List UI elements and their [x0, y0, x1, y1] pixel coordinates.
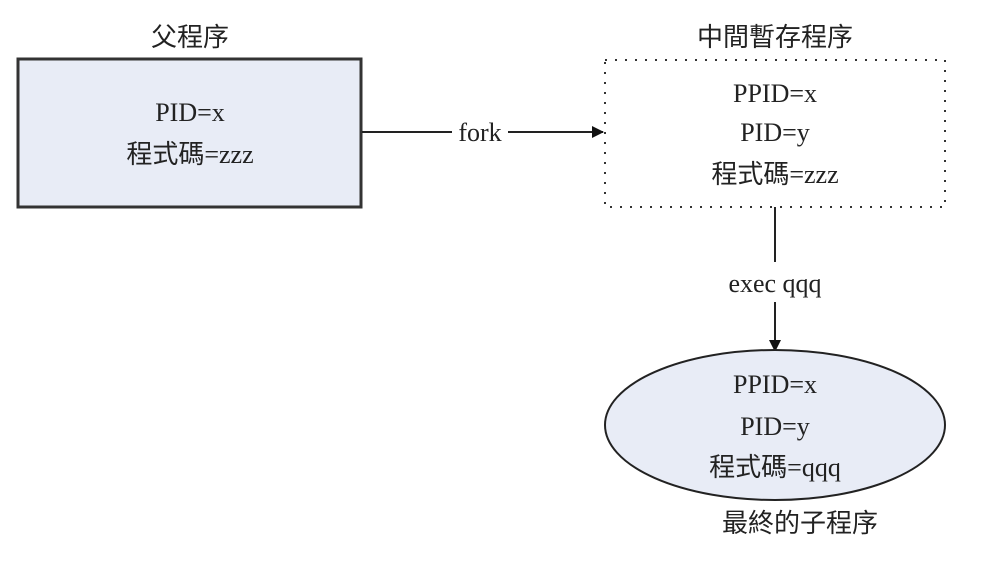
intermediate-ppid: PPID=x — [733, 79, 817, 108]
child-pid: PID=y — [740, 412, 810, 441]
process-diagram: 父程序 PID=x 程式碼=zzz fork 中間暫存程序 PPID=x PID… — [16, 23, 946, 538]
exec-label: exec qqq — [728, 269, 821, 298]
child-code: 程式碼=qqq — [709, 453, 841, 482]
parent-pid: PID=x — [155, 98, 225, 127]
parent-code: 程式碼=zzz — [126, 140, 253, 169]
parent-title: 父程序 — [151, 23, 229, 52]
intermediate-code: 程式碼=zzz — [711, 160, 838, 189]
fork-label: fork — [458, 118, 501, 147]
child-ppid: PPID=x — [733, 370, 817, 399]
parent-process-box — [16, 57, 363, 209]
intermediate-title: 中間暫存程序 — [697, 23, 853, 52]
child-title: 最終的子程序 — [722, 509, 878, 538]
intermediate-pid: PID=y — [740, 118, 810, 147]
